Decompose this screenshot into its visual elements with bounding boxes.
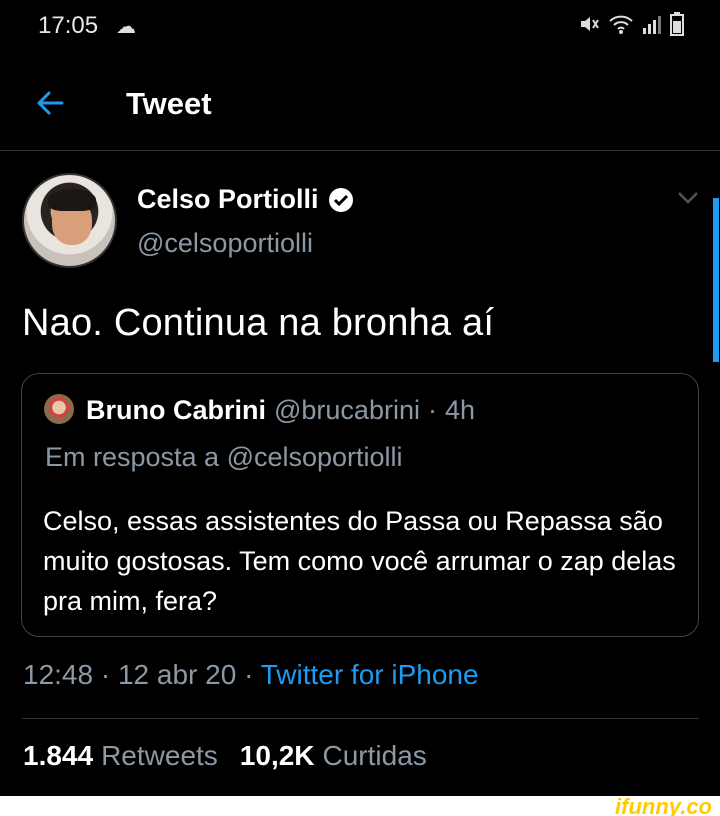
quote-avatar[interactable]: [44, 394, 74, 424]
retweets-label: Retweets: [101, 740, 218, 771]
status-bar: 17:05 ☁: [0, 0, 720, 56]
back-arrow-icon[interactable]: [32, 84, 70, 122]
stats-divider: [22, 718, 699, 719]
likes-count: 10,2K: [239, 740, 315, 771]
author-name-row[interactable]: Celso Portiolli: [137, 184, 355, 215]
quote-dot: ·: [427, 395, 437, 425]
quote-author-handle: @brucabrini: [274, 395, 420, 425]
watermark-bar: ifunny.co: [0, 794, 720, 816]
quote-reply-to: Em resposta a @celsoportiolli: [45, 442, 403, 472]
tweet-stats: 1.844 Retweets 10,2K Curtidas: [23, 740, 427, 772]
ifunny-watermark: ifunny.co: [615, 794, 712, 816]
avatar[interactable]: [22, 173, 117, 268]
quote-header: Bruno Cabrini @brucabrini · 4h: [86, 395, 475, 426]
tweet-source-link[interactable]: Twitter for iPhone: [261, 659, 479, 690]
battery-icon: [670, 12, 684, 36]
tweet-text: Nao. Continua na bronha aí: [22, 302, 495, 344]
retweets-count: 1.844: [23, 740, 94, 771]
status-time: 17:05: [38, 12, 99, 39]
avatar-hair: [48, 189, 96, 211]
tweet-date: 12 abr 20: [117, 659, 237, 690]
scroll-indicator: [713, 198, 719, 362]
tweet-time: 12:48: [23, 659, 94, 690]
meta-dot: ·: [100, 659, 118, 690]
meta-dot: ·: [244, 659, 261, 690]
header-divider: [0, 150, 720, 151]
weather-icon: ☁: [116, 16, 136, 38]
signal-icon: [643, 16, 661, 34]
quote-age: 4h: [444, 395, 476, 425]
tweet-meta: 12:48 · 12 abr 20 · Twitter for iPhone: [23, 659, 479, 691]
mute-icon: [581, 17, 599, 31]
status-icons: [578, 12, 684, 36]
likes-label: Curtidas: [322, 740, 427, 771]
retweets-stat[interactable]: 1.844 Retweets: [23, 740, 218, 772]
author-handle[interactable]: @celsoportiolli: [137, 228, 313, 259]
verified-icon: [328, 187, 353, 212]
quote-text: Celso, essas assistentes do Passa ou Rep…: [43, 506, 676, 616]
quoted-tweet[interactable]: Bruno Cabrini @brucabrini · 4h Em respos…: [21, 373, 699, 637]
quote-author-name: Bruno Cabrini: [86, 395, 266, 425]
page-title: Tweet: [126, 86, 212, 121]
author-name: Celso Portiolli: [137, 184, 319, 214]
likes-stat[interactable]: 10,2K Curtidas: [240, 740, 427, 772]
chevron-down-icon[interactable]: [676, 190, 700, 206]
wifi-icon: [609, 15, 633, 34]
top-bar: Tweet: [0, 70, 720, 140]
